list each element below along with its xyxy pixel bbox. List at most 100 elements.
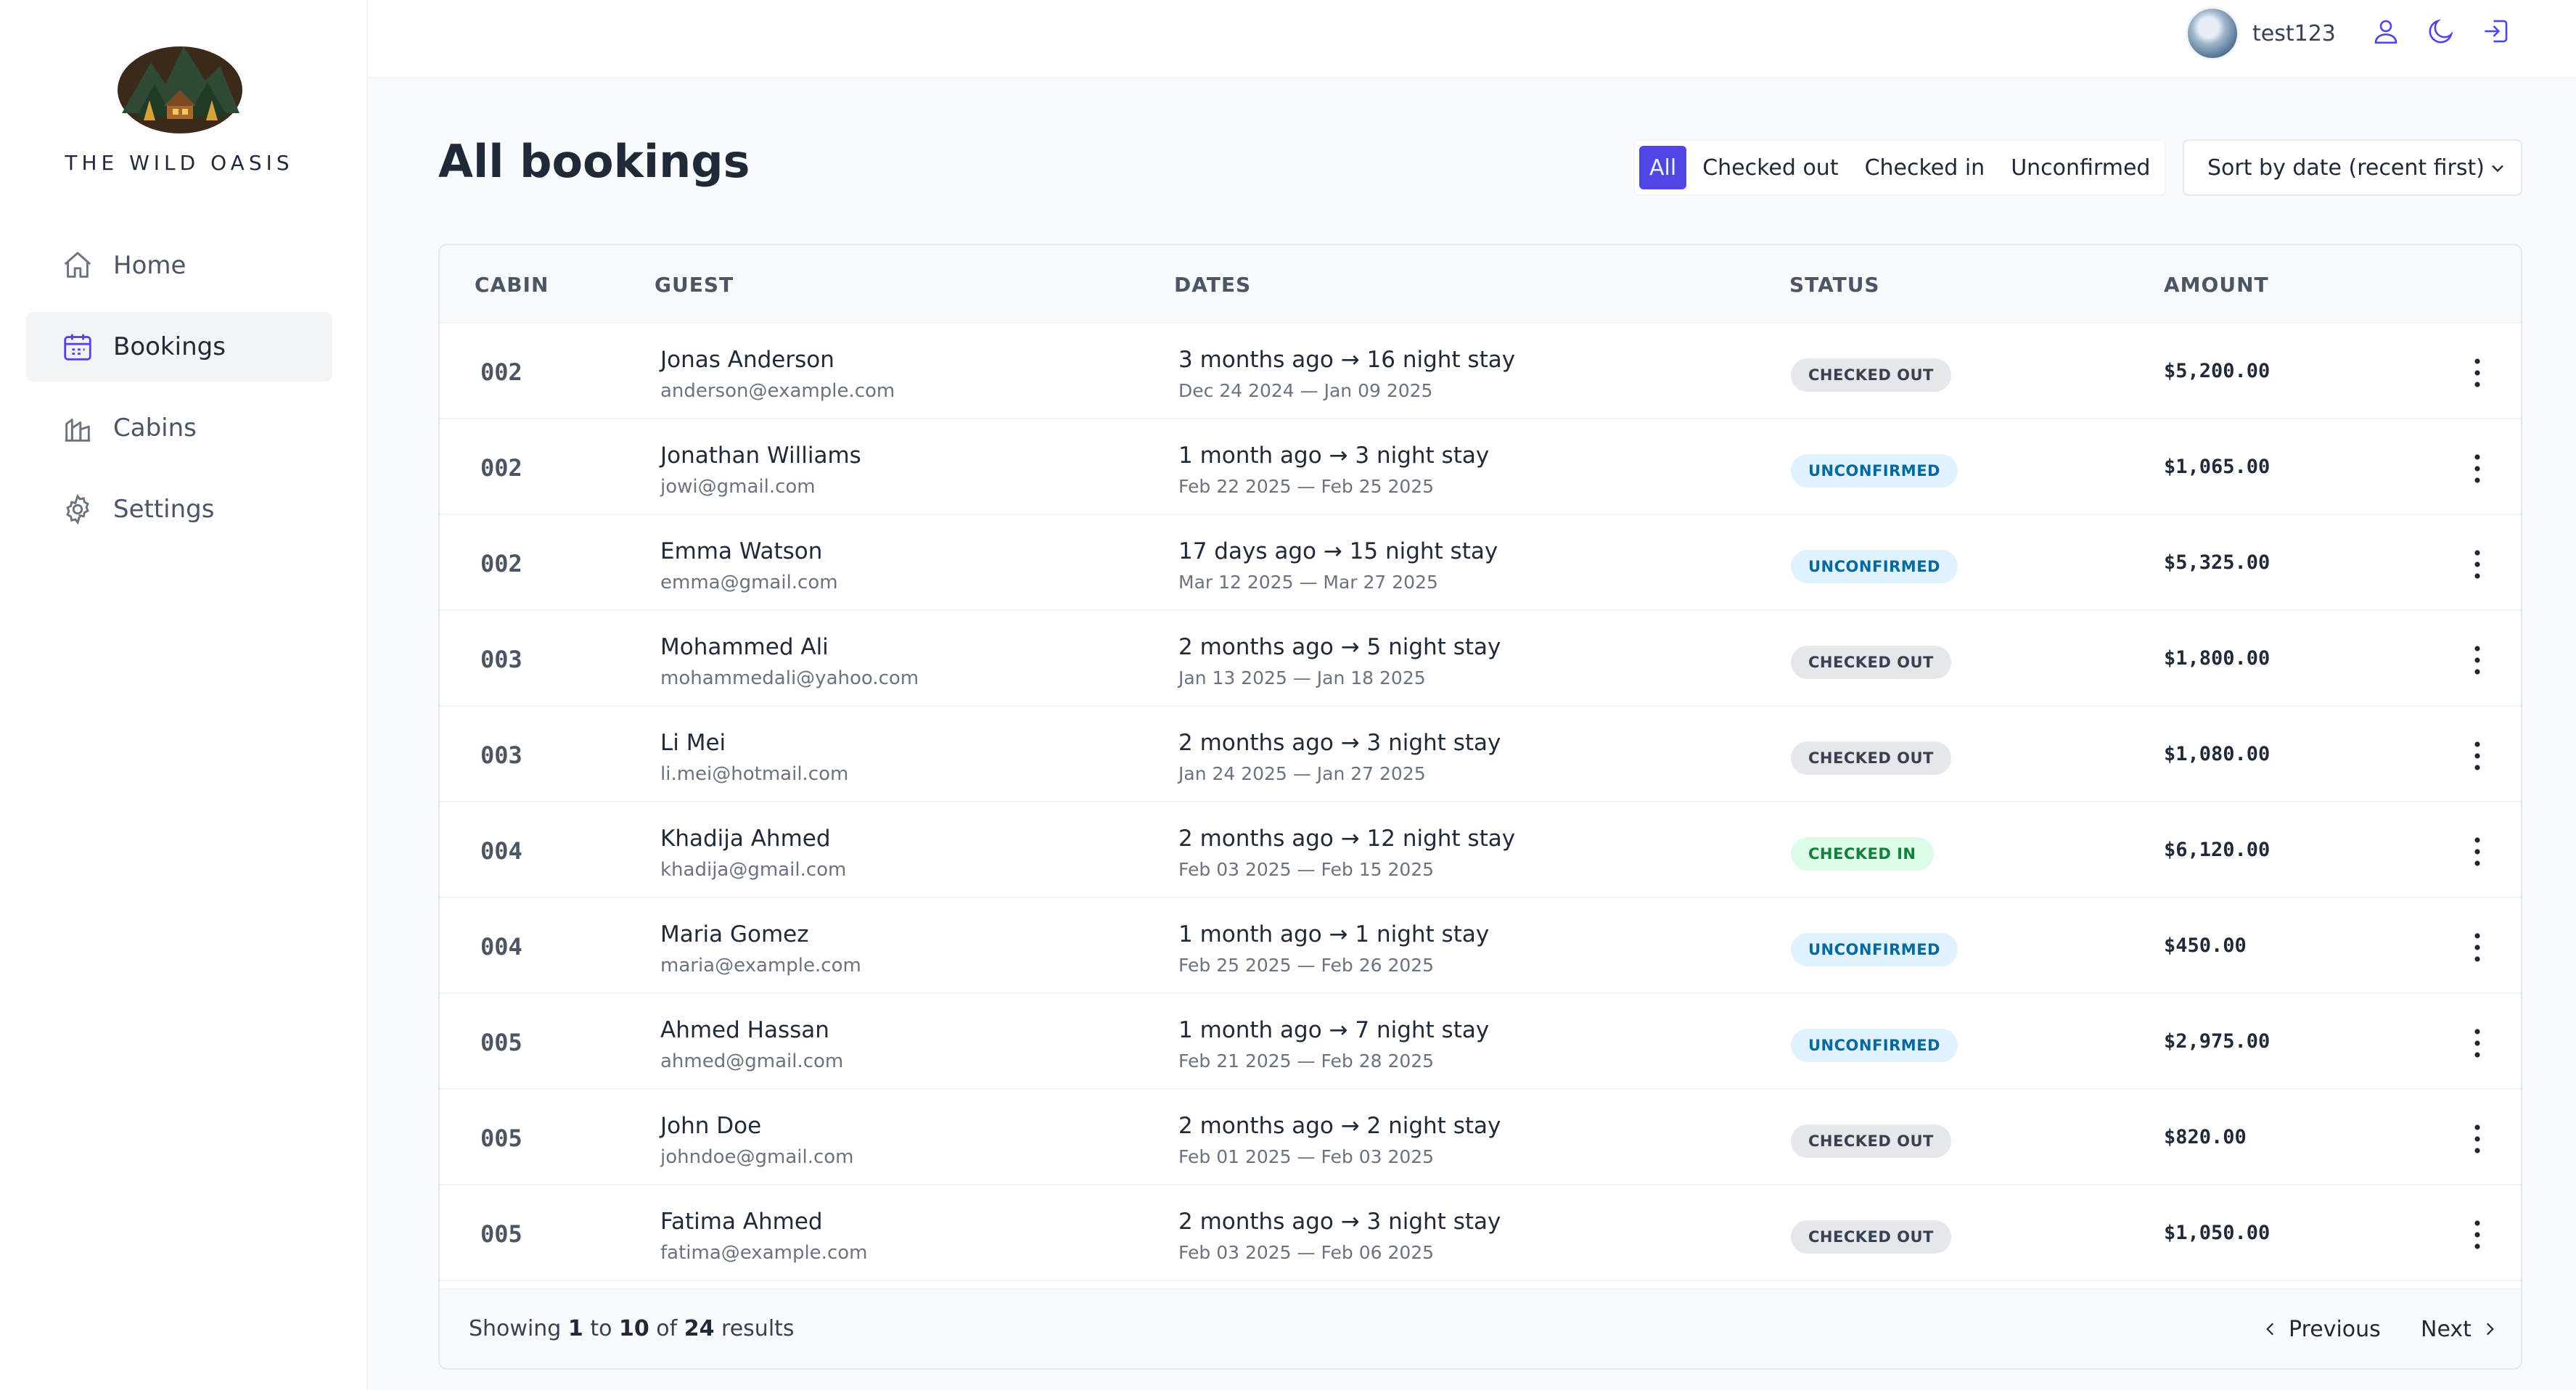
status-badge: CHECKED IN	[1791, 837, 1934, 871]
row-menu-button[interactable]	[2463, 739, 2492, 773]
results-summary: Showing 1 to 10 of 24 results	[469, 1316, 795, 1341]
row-menu-button[interactable]	[2463, 451, 2492, 486]
sidebar-item-settings[interactable]: Settings	[26, 474, 332, 544]
logo[interactable]	[115, 33, 245, 135]
table-row: 005 Ahmed Hassan ahmed@gmail.com 1 month…	[440, 994, 2521, 1090]
chevron-down-icon	[2487, 158, 2508, 178]
stay-dates: Feb 03 2025 — Feb 15 2025	[1178, 859, 1435, 880]
sidebar-item-label: Bookings	[113, 332, 226, 361]
stay-dates: Jan 13 2025 — Jan 18 2025	[1178, 667, 1426, 688]
table-row: 002 Emma Watson emma@gmail.com 17 days a…	[440, 515, 2521, 611]
booking-amount: $450.00	[2164, 934, 2247, 957]
stay-dates: Feb 25 2025 — Feb 26 2025	[1178, 955, 1435, 976]
stay-dates: Feb 03 2025 — Feb 06 2025	[1178, 1242, 1435, 1263]
sidebar-item-cabins[interactable]: Cabins	[26, 393, 332, 463]
guest-name: Li Mei	[660, 730, 726, 756]
row-menu-button[interactable]	[2463, 1026, 2492, 1061]
previous-page-button[interactable]: Previous	[2261, 1309, 2381, 1349]
guest-email: fatima@example.com	[660, 1242, 868, 1264]
calendar-icon	[61, 330, 94, 363]
row-menu-button[interactable]	[2463, 643, 2492, 678]
sort-select[interactable]: Sort by date (recent first)	[2183, 139, 2522, 196]
booking-amount: $1,080.00	[2164, 743, 2271, 765]
sidebar-item-bookings[interactable]: Bookings	[26, 312, 332, 382]
row-menu-button[interactable]	[2463, 547, 2492, 582]
stay-dates: Jan 24 2025 — Jan 27 2025	[1178, 763, 1426, 784]
cabin-number: 005	[480, 1029, 522, 1056]
status-badge: CHECKED OUT	[1791, 741, 1951, 775]
table-body: 002 Jonas Anderson anderson@example.com …	[440, 324, 2521, 1281]
sidebar-item-home[interactable]: Home	[26, 231, 332, 300]
booking-amount: $5,325.00	[2164, 551, 2271, 574]
guest-email: maria@example.com	[660, 955, 861, 976]
column-header-status: STATUS	[1789, 273, 1880, 297]
table-row: 003 Mohammed Ali mohammedali@yahoo.com 2…	[440, 611, 2521, 707]
status-filter: All Checked out Checked in Unconfirmed	[1633, 139, 2167, 196]
row-menu-button[interactable]	[2463, 930, 2492, 965]
stay-summary: 1 month ago → 1 night stay	[1178, 921, 1490, 947]
guest-email: anderson@example.com	[660, 380, 895, 402]
chevron-right-icon	[2480, 1320, 2499, 1338]
table-row: 002 Jonathan Williams jowi@gmail.com 1 m…	[440, 419, 2521, 515]
status-badge: UNCONFIRMED	[1791, 933, 1958, 966]
filter-all-button[interactable]: All	[1639, 146, 1687, 189]
column-header-amount: AMOUNT	[2164, 273, 2269, 297]
cabin-number: 002	[480, 550, 522, 577]
row-menu-button[interactable]	[2463, 355, 2492, 390]
guest-email: khadija@gmail.com	[660, 859, 847, 881]
more-vertical-icon	[2473, 1217, 2482, 1252]
cabin-number: 005	[480, 1220, 522, 1248]
table-row: 004 Khadija Ahmed khadija@gmail.com 2 mo…	[440, 802, 2521, 898]
cabin-number: 003	[480, 741, 522, 769]
row-menu-button[interactable]	[2463, 834, 2492, 869]
table-row: 003 Li Mei li.mei@hotmail.com 2 months a…	[440, 707, 2521, 802]
table-header: CABIN GUEST DATES STATUS AMOUNT	[440, 245, 2521, 324]
filter-checked-in-button[interactable]: Checked in	[1855, 146, 1995, 189]
sidebar-item-label: Settings	[113, 495, 215, 524]
more-vertical-icon	[2473, 643, 2482, 678]
next-label: Next	[2421, 1316, 2472, 1342]
more-vertical-icon	[2473, 355, 2482, 390]
results-from: 1	[567, 1316, 583, 1341]
booking-amount: $1,065.00	[2164, 456, 2271, 478]
booking-amount: $820.00	[2164, 1126, 2247, 1148]
filter-unconfirmed-button[interactable]: Unconfirmed	[2001, 146, 2160, 189]
logout-button[interactable]	[2479, 16, 2513, 49]
guest-email: li.mei@hotmail.com	[660, 763, 849, 785]
dark-mode-toggle[interactable]	[2424, 16, 2458, 49]
status-badge: CHECKED OUT	[1791, 1124, 1951, 1158]
next-page-button[interactable]: Next	[2421, 1309, 2499, 1349]
table-row: 002 Jonas Anderson anderson@example.com …	[440, 324, 2521, 419]
column-header-cabin: CABIN	[475, 273, 549, 297]
cabins-icon	[61, 411, 94, 445]
stay-summary: 3 months ago → 16 night stay	[1178, 347, 1516, 373]
stay-summary: 1 month ago → 3 night stay	[1178, 443, 1490, 469]
guest-name: Ahmed Hassan	[660, 1017, 829, 1043]
guest-name: Emma Watson	[660, 538, 823, 564]
status-badge: UNCONFIRMED	[1791, 454, 1958, 488]
user-info[interactable]: test123	[2186, 6, 2336, 61]
cabin-number: 003	[480, 646, 522, 673]
filter-checked-out-button[interactable]: Checked out	[1692, 146, 1848, 189]
guest-name: Khadija Ahmed	[660, 826, 831, 852]
guest-name: Jonathan Williams	[660, 443, 861, 469]
user-icon	[2371, 16, 2401, 49]
stay-dates: Feb 01 2025 — Feb 03 2025	[1178, 1146, 1435, 1167]
guest-email: johndoe@gmail.com	[660, 1146, 854, 1168]
results-suffix: results	[721, 1316, 795, 1341]
chevron-left-icon	[2261, 1320, 2280, 1338]
stay-summary: 2 months ago → 5 night stay	[1178, 634, 1501, 660]
bookings-table: CABIN GUEST DATES STATUS AMOUNT 002 Jona…	[438, 244, 2522, 1370]
avatar	[2186, 7, 2239, 60]
guest-email: jowi@gmail.com	[660, 476, 816, 498]
stay-summary: 2 months ago → 12 night stay	[1178, 826, 1516, 852]
stay-summary: 2 months ago → 3 night stay	[1178, 730, 1501, 756]
column-header-guest: GUEST	[655, 273, 734, 297]
account-button[interactable]	[2369, 16, 2403, 49]
sidebar-nav: Home Bookings Cabins Settings	[26, 231, 332, 556]
stay-dates: Mar 12 2025 — Mar 27 2025	[1178, 572, 1438, 593]
row-menu-button[interactable]	[2463, 1217, 2492, 1252]
stay-dates: Feb 22 2025 — Feb 25 2025	[1178, 476, 1435, 497]
row-menu-button[interactable]	[2463, 1122, 2492, 1156]
top-header: test123	[368, 0, 2576, 78]
